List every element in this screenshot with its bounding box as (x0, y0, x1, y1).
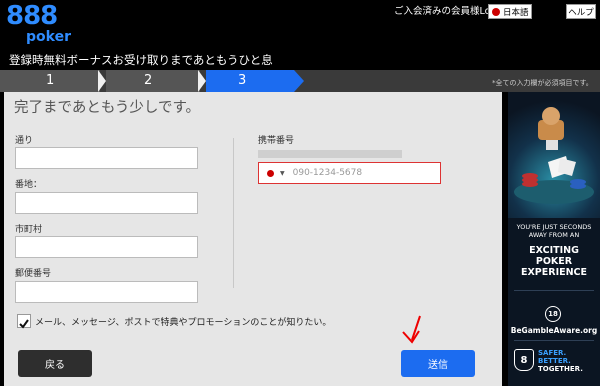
postcode-label: 郵便番号 (15, 269, 52, 279)
age-18-icon: 18 (545, 306, 561, 322)
together-text: TOGETHER. (538, 365, 583, 373)
street-label: 通り (15, 136, 34, 146)
promotions-checkbox-label[interactable]: メール、メッセージ、ポストで特典やプロモーションのことが知りたい。 (35, 315, 331, 328)
promotions-checkbox[interactable] (17, 314, 31, 329)
city-label: 市町村 (15, 225, 43, 235)
mobile-phone-input[interactable]: ▼ 090-1234-5678 (258, 162, 441, 184)
japan-flag-icon (267, 169, 274, 177)
column-divider (233, 138, 234, 288)
step-2-chevron-edge (198, 70, 206, 92)
logo-word: poker (26, 29, 71, 45)
step-1-number: 1 (46, 73, 55, 88)
phone-placeholder: 090-1234-5678 (292, 168, 363, 178)
ad-divider-2 (514, 340, 594, 341)
ad-line-1: YOU'RE JUST SECONDS (516, 223, 592, 231)
shield-8-icon: 8 (514, 349, 534, 371)
submit-button[interactable]: 送信 (401, 350, 475, 377)
poker-chips-icon (514, 107, 594, 204)
step-3-current: 3 (206, 70, 294, 92)
ad-tagline: YOU'RE JUST SECONDS AWAY FROM AN (508, 223, 600, 239)
country-dropdown-icon[interactable]: ▼ (280, 170, 285, 177)
safer-better-together: SAFER. BETTER. TOGETHER. (538, 349, 583, 373)
logo-888poker[interactable]: 888 poker (6, 1, 71, 48)
postcode-input[interactable] (15, 281, 198, 303)
poker-ad-banner[interactable]: YOU'RE JUST SECONDS AWAY FROM AN EXCITIN… (508, 92, 600, 386)
step-3-chevron (294, 70, 304, 92)
address-input[interactable] (15, 192, 198, 214)
begambleaware-logo: BeGambleAware.org (510, 326, 598, 335)
step-2-number: 2 (144, 73, 153, 88)
street-input[interactable] (15, 147, 198, 169)
ad-poker-scene-image (508, 92, 600, 218)
phone-label: 携帯番号 (258, 136, 295, 146)
phone-hint-bar (258, 150, 402, 158)
checkmark-icon (19, 319, 29, 329)
language-select[interactable]: 日本語 (488, 4, 532, 19)
page-title: 登録時無料ボーナスお受け取りまであともうひと息 (0, 50, 600, 70)
ad-line-5: EXPERIENCE (520, 267, 588, 278)
step-3-number: 3 (238, 73, 247, 88)
ad-line-2: AWAY FROM AN (528, 231, 580, 239)
safer-text: SAFER. (538, 349, 567, 357)
ad-line-3: EXCITING (529, 245, 579, 256)
registration-form: 完了まであともう少しです。 通り 番地： 市町村 郵便番号 携帯番号 ▼ 090… (4, 92, 502, 386)
better-text: BETTER. (538, 357, 571, 365)
header: 888 poker ご入会済みの会員様Login 日本語 ヘルプ (0, 0, 600, 50)
help-button[interactable]: ヘルプ (566, 4, 596, 19)
step-2: 2 (106, 70, 200, 92)
back-button[interactable]: 戻る (18, 350, 92, 377)
form-heading: 完了まであともう少しです。 (14, 100, 201, 116)
ad-headline: EXCITING POKER EXPERIENCE (508, 245, 600, 278)
ad-line-4: POKER (535, 256, 573, 267)
ad-divider (514, 290, 594, 291)
logo-number: 888 (6, 1, 58, 31)
step-1-chevron-edge (98, 70, 106, 92)
city-input[interactable] (15, 236, 198, 258)
red-arrow-annotation-icon (402, 315, 421, 344)
japan-flag-icon (492, 7, 500, 16)
address-label: 番地： (15, 180, 43, 190)
required-note: *全ての入力欄が必須項目です。 (492, 79, 593, 87)
language-label: 日本語 (503, 7, 529, 18)
step-1: 1 (0, 70, 100, 92)
